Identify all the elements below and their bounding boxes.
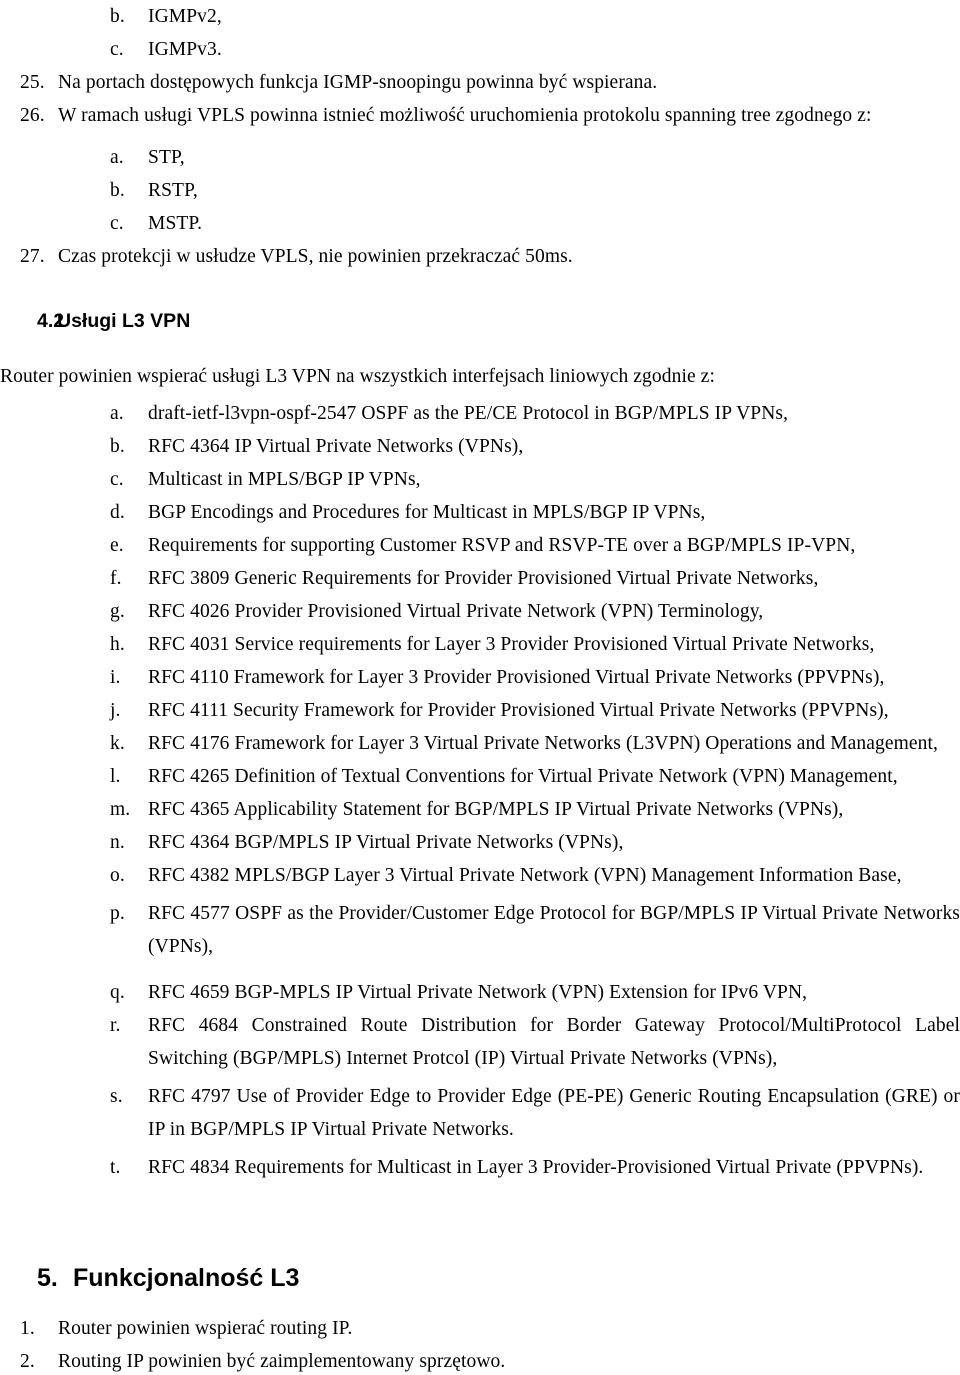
list-item: r. RFC 4684 Constrained Route Distributi… [0, 1009, 960, 1075]
list-item: t. RFC 4834 Requirements for Multicast i… [0, 1151, 960, 1184]
list-text: draft-ietf-l3vpn-ospf-2547 OSPF as the P… [148, 403, 789, 424]
list-marker: s. [110, 1086, 123, 1107]
list-text: Requirements for supporting Customer RSV… [148, 535, 856, 556]
list-item: b. RSTP, [0, 174, 960, 207]
list-marker: b. [110, 6, 125, 27]
list-item: a. STP, [0, 141, 960, 174]
list-text: RFC 4365 Applicability Statement for BGP… [148, 799, 844, 820]
heading-title: Funkcjonalność L3 [73, 1264, 300, 1292]
list-item: c. IGMPv3. [0, 33, 960, 66]
list-item: n. RFC 4364 BGP/MPLS IP Virtual Private … [0, 826, 960, 859]
list-marker: f. [110, 568, 122, 589]
list-text: RFC 3809 Generic Requirements for Provid… [148, 568, 819, 589]
list-marker: 25. [20, 72, 45, 93]
list-marker: m. [110, 799, 131, 820]
list-marker: d. [110, 502, 125, 523]
list-text: RFC 4684 Constrained Route Distribution … [148, 1015, 960, 1069]
list-item: q. RFC 4659 BGP-MPLS IP Virtual Private … [0, 976, 960, 1009]
list-text: RSTP, [148, 180, 198, 201]
section-heading-4-2: 4.2 Usługi L3 VPN [0, 308, 960, 334]
list-text: RFC 4265 Definition of Textual Conventio… [148, 766, 898, 787]
list-item: e. Requirements for supporting Customer … [0, 529, 960, 562]
list-text: RFC 4031 Service requirements for Layer … [148, 634, 875, 655]
list-text: Router powinien wspierać routing IP. [58, 1318, 353, 1339]
list-marker: c. [110, 469, 124, 490]
list-marker: 27. [20, 246, 45, 267]
list-text: Czas protekcji w usłudze VPLS, nie powin… [58, 246, 573, 267]
list-item: s. RFC 4797 Use of Provider Edge to Prov… [0, 1080, 960, 1146]
list-item: h. RFC 4031 Service requirements for Lay… [0, 628, 960, 661]
list-text: RFC 4797 Use of Provider Edge to Provide… [148, 1086, 960, 1140]
list-marker: b. [110, 436, 125, 457]
list-marker: j. [110, 700, 121, 721]
list-text: RFC 4364 BGP/MPLS IP Virtual Private Net… [148, 832, 624, 853]
list-marker: g. [110, 601, 125, 622]
list-text: Na portach dostępowych funkcja IGMP-snoo… [58, 72, 658, 93]
list-text: IGMPv3. [148, 39, 222, 60]
list-marker: c. [110, 39, 124, 60]
list-item: d. BGP Encodings and Procedures for Mult… [0, 496, 960, 529]
list-item: o. RFC 4382 MPLS/BGP Layer 3 Virtual Pri… [0, 859, 960, 892]
list-text: Routing IP powinien być zaimplementowany… [58, 1351, 506, 1372]
list-item: f. RFC 3809 Generic Requirements for Pro… [0, 562, 960, 595]
list-marker: e. [110, 535, 124, 556]
numbered-list-item-27: 27. Czas protekcji w usłudze VPLS, nie p… [0, 240, 960, 273]
list-marker: r. [110, 1015, 121, 1036]
list-text: STP, [148, 147, 185, 168]
list-item: g. RFC 4026 Provider Provisioned Virtual… [0, 595, 960, 628]
heading-number: 4.2 [37, 310, 65, 332]
list-text: RFC 4111 Security Framework for Provider… [148, 700, 889, 721]
list-item: b. IGMPv2, [0, 0, 960, 33]
list-item: l. RFC 4265 Definition of Textual Conven… [0, 760, 960, 793]
list-text: RFC 4382 MPLS/BGP Layer 3 Virtual Privat… [148, 865, 902, 886]
list-text: RFC 4834 Requirements for Multicast in L… [148, 1157, 924, 1178]
list-marker: c. [110, 213, 124, 234]
list-item: c. MSTP. [0, 207, 960, 240]
list-text: IGMPv2, [148, 6, 222, 27]
list-item: p. RFC 4577 OSPF as the Provider/Custome… [0, 897, 960, 963]
list-item: k. RFC 4176 Framework for Layer 3 Virtua… [0, 727, 960, 760]
list-marker: o. [110, 865, 125, 886]
list-marker: n. [110, 832, 125, 853]
intro-paragraph: Router powinien wspierać usługi L3 VPN n… [0, 366, 715, 387]
list-marker: k. [110, 733, 125, 754]
list-text: RFC 4110 Framework for Layer 3 Provider … [148, 667, 885, 688]
list-item: b. RFC 4364 IP Virtual Private Networks … [0, 430, 960, 463]
numbered-list-item-2: 2. Routing IP powinien być zaimplementow… [0, 1345, 960, 1375]
list-marker: b. [110, 180, 125, 201]
list-item: a. draft-ietf-l3vpn-ospf-2547 OSPF as th… [0, 397, 960, 430]
list-text: Multicast in MPLS/BGP IP VPNs, [148, 469, 421, 490]
list-marker: t. [110, 1157, 121, 1178]
list-text: RFC 4364 IP Virtual Private Networks (VP… [148, 436, 524, 457]
list-marker: a. [110, 147, 124, 168]
numbered-list-item-26: 26. W ramach usługi VPLS powinna istnieć… [0, 99, 960, 132]
list-text: W ramach usługi VPLS powinna istnieć moż… [58, 105, 872, 126]
list-text: RFC 4577 OSPF as the Provider/Customer E… [148, 903, 960, 957]
list-item: m. RFC 4365 Applicability Statement for … [0, 793, 960, 826]
list-item: i. RFC 4110 Framework for Layer 3 Provid… [0, 661, 960, 694]
section-heading-5: 5. Funkcjonalność L3 [0, 1262, 960, 1294]
list-item: j. RFC 4111 Security Framework for Provi… [0, 694, 960, 727]
list-marker: 26. [20, 105, 45, 126]
list-text: RFC 4026 Provider Provisioned Virtual Pr… [148, 601, 764, 622]
list-marker: a. [110, 403, 124, 424]
list-marker: h. [110, 634, 125, 655]
list-marker: i. [110, 667, 121, 688]
document-page: b. IGMPv2, c. IGMPv3. 25. Na portach dos… [0, 0, 960, 1375]
numbered-list-item-1: 1. Router powinien wspierać routing IP. [0, 1312, 960, 1345]
heading-title: Usługi L3 VPN [57, 310, 191, 332]
list-item: c. Multicast in MPLS/BGP IP VPNs, [0, 463, 960, 496]
list-text: BGP Encodings and Procedures for Multica… [148, 502, 706, 523]
heading-number: 5. [37, 1264, 58, 1292]
list-text: RFC 4659 BGP-MPLS IP Virtual Private Net… [148, 982, 808, 1003]
list-text: MSTP. [148, 213, 203, 234]
list-marker: 2. [20, 1351, 35, 1372]
list-marker: p. [110, 903, 125, 924]
list-marker: l. [110, 766, 121, 787]
list-marker: 1. [20, 1318, 35, 1339]
list-text: RFC 4176 Framework for Layer 3 Virtual P… [148, 733, 939, 754]
numbered-list-item-25: 25. Na portach dostępowych funkcja IGMP-… [0, 66, 960, 99]
list-marker: q. [110, 982, 125, 1003]
